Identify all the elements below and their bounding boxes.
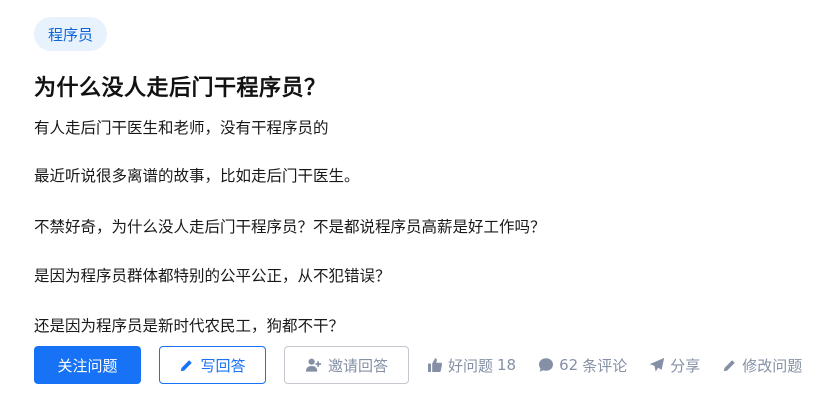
edit-pencil-icon — [724, 359, 735, 371]
edit-question-label: 修改问题 — [742, 356, 803, 375]
topic-tag-label: 程序员 — [48, 25, 94, 44]
pencil-icon — [181, 359, 193, 371]
paper-plane-icon — [650, 357, 665, 372]
write-answer-label: 写回答 — [200, 356, 246, 375]
write-answer-button[interactable]: 写回答 — [159, 346, 266, 384]
comments-button[interactable]: 62 条评论 — [538, 355, 627, 376]
follow-question-button[interactable]: 关注问题 — [34, 346, 141, 384]
edit-question-button[interactable]: 修改问题 — [722, 355, 802, 376]
question-body-line: 不禁好奇，为什么没人走后门干程序员？不是都说程序员高薪是好工作吗？ — [34, 218, 546, 236]
question-body-line: 还是因为程序员是新时代农民工，狗都不干？ — [34, 317, 345, 335]
thumbs-up-icon — [428, 358, 443, 372]
share-label: 分享 — [670, 356, 701, 375]
good-question-label: 好问题 — [448, 356, 494, 375]
question-body-line: 最近听说很多离谱的故事，比如走后门干医生。 — [34, 167, 360, 185]
comment-icon — [539, 358, 554, 372]
question-title: 为什么没人走后门干程序员？ — [34, 76, 327, 101]
follow-question-label: 关注问题 — [57, 356, 118, 375]
comment-count: 62 — [559, 356, 579, 374]
add-user-icon — [305, 358, 322, 372]
invite-answer-label: 邀请回答 — [327, 356, 388, 375]
share-button[interactable]: 分享 — [649, 355, 700, 376]
question-action-bar: 关注问题 写回答 邀请回答 好问题 18 62 条评论 分享 修改问题 — [34, 346, 802, 384]
good-question-count: 18 — [497, 356, 517, 374]
good-question-button[interactable]: 好问题 18 — [427, 355, 516, 376]
comment-label: 条评论 — [582, 356, 628, 375]
topic-tag[interactable]: 程序员 — [34, 17, 108, 51]
question-page: 程序员 为什么没人走后门干程序员？ 有人走后门干医生和老师，没有干程序员的 最近… — [0, 0, 820, 403]
invite-answer-button[interactable]: 邀请回答 — [284, 346, 409, 384]
question-body-line: 是因为程序员群体都特别的公平公正，从不犯错误？ — [34, 267, 391, 285]
question-body-line: 有人走后门干医生和老师，没有干程序员的 — [34, 119, 329, 137]
